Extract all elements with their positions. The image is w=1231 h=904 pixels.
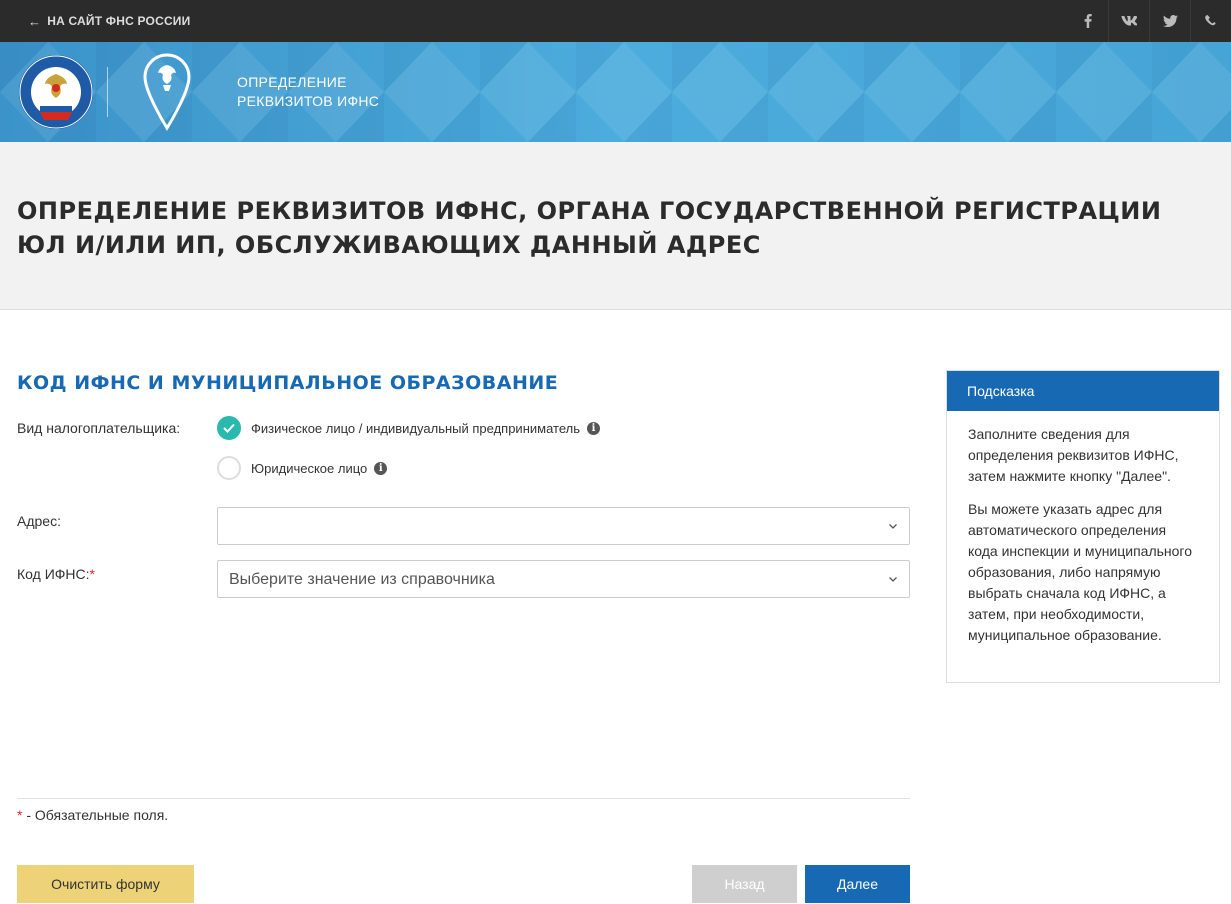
radio-legal-entity-label: Юридическое лицо (251, 460, 368, 476)
page-title: ОПРЕДЕЛЕНИЕ РЕКВИЗИТОВ ИФНС, ОРГАНА ГОСУ… (17, 197, 1162, 259)
form-divider (17, 798, 910, 799)
hint-body: Заполните сведения для определения рекви… (947, 411, 1219, 646)
facebook-icon[interactable] (1067, 0, 1108, 42)
taxpayer-type-label: Вид налогоплательщика: (17, 420, 181, 436)
ifns-code-label-text: Код ИФНС: (17, 566, 90, 582)
social-links (1067, 0, 1231, 42)
radio-checked-icon[interactable] (217, 416, 241, 440)
radio-individual-label: Физическое лицо / индивидуальный предпри… (251, 420, 580, 436)
required-mark: * (89, 566, 95, 582)
top-bar: ← НА САЙТ ФНС РОССИИ (0, 0, 1231, 42)
banner-divider (107, 67, 108, 117)
address-label: Адрес: (17, 513, 61, 529)
back-button[interactable]: Назад (692, 865, 797, 903)
service-name-line1: ОПРЕДЕЛЕНИЕ (237, 74, 347, 90)
ifns-code-label: Код ИФНС:* (17, 566, 95, 582)
hint-panel: Подсказка Заполните сведения для определ… (946, 370, 1220, 683)
ifns-code-select[interactable]: Выберите значение из справочника (217, 560, 910, 598)
clear-form-button[interactable]: Очистить форму (17, 865, 194, 903)
next-button[interactable]: Далее (805, 865, 910, 903)
section-title: КОД ИФНС И МУНИЦИПАЛЬНОЕ ОБРАЗОВАНИЕ (17, 372, 559, 394)
hint-title: Подсказка (947, 371, 1219, 411)
info-icon[interactable]: i (374, 461, 388, 475)
radio-unchecked-icon[interactable] (217, 456, 241, 480)
info-icon[interactable]: i (587, 421, 600, 435)
fns-logo (19, 55, 93, 129)
header-banner: ОПРЕДЕЛЕНИЕ РЕКВИЗИТОВ ИФНС (0, 42, 1231, 142)
address-select[interactable] (217, 507, 910, 545)
back-to-site-label: НА САЙТ ФНС РОССИИ (47, 14, 191, 28)
service-name-line2: РЕКВИЗИТОВ ИФНС (237, 93, 380, 109)
hint-paragraph-1: Заполните сведения для определения рекви… (968, 426, 1179, 484)
required-note-text: - Обязательные поля. (22, 807, 169, 823)
chevron-down-icon (889, 577, 897, 582)
service-name: ОПРЕДЕЛЕНИЕ РЕКВИЗИТОВ ИФНС (237, 73, 379, 111)
phone-icon[interactable] (1190, 0, 1231, 42)
ifns-code-placeholder: Выберите значение из справочника (229, 571, 495, 588)
twitter-icon[interactable] (1149, 0, 1190, 42)
page-title-area: ОПРЕДЕЛЕНИЕ РЕКВИЗИТОВ ИФНС, ОРГАНА ГОСУ… (0, 142, 1231, 310)
hint-paragraph-2: Вы можете указать адрес для автоматическ… (968, 501, 1193, 643)
chevron-down-icon (889, 524, 897, 529)
location-pin-icon (143, 53, 191, 131)
radio-legal-entity[interactable]: Юридическое лицо i (217, 456, 388, 480)
required-fields-note: * - Обязательные поля. (17, 807, 168, 823)
back-to-site-link[interactable]: ← НА САЙТ ФНС РОССИИ (28, 0, 190, 42)
radio-individual[interactable]: Физическое лицо / индивидуальный предпри… (217, 416, 600, 440)
vk-icon[interactable] (1108, 0, 1149, 42)
arrow-left-icon: ← (28, 13, 42, 29)
